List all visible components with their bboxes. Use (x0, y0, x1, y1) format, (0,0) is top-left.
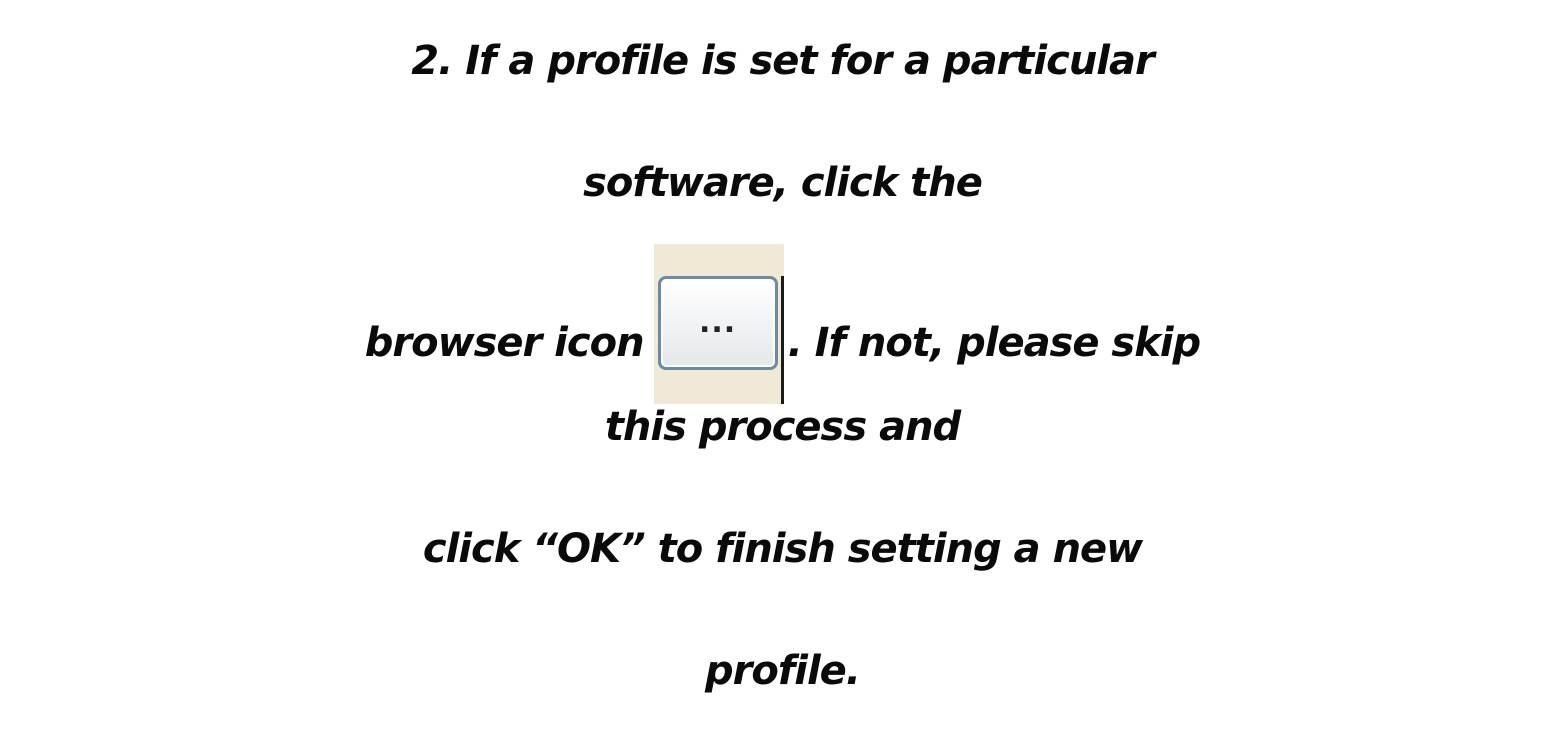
browse-button[interactable]: ... (657, 276, 778, 370)
ellipsis-browse-icon: ... (698, 305, 737, 340)
instruction-line-6: profile. (705, 648, 861, 694)
instruction-line-3: browser icon... . If not, please skip (0, 244, 1565, 404)
instruction-line-5: click “OK” to finish setting a new (422, 526, 1143, 572)
instruction-text: 2. If a profile is set for a particular … (0, 0, 1565, 732)
browse-button-screenshot: ... (653, 244, 784, 404)
instruction-line-2: software, click the (583, 160, 983, 206)
instruction-line-1: 2. If a profile is set for a particular (411, 38, 1154, 84)
field-edge-divider (780, 276, 784, 404)
instruction-line-3-end: . If not, please skip (787, 320, 1202, 366)
instruction-line-3-start: browser icon (364, 320, 645, 366)
